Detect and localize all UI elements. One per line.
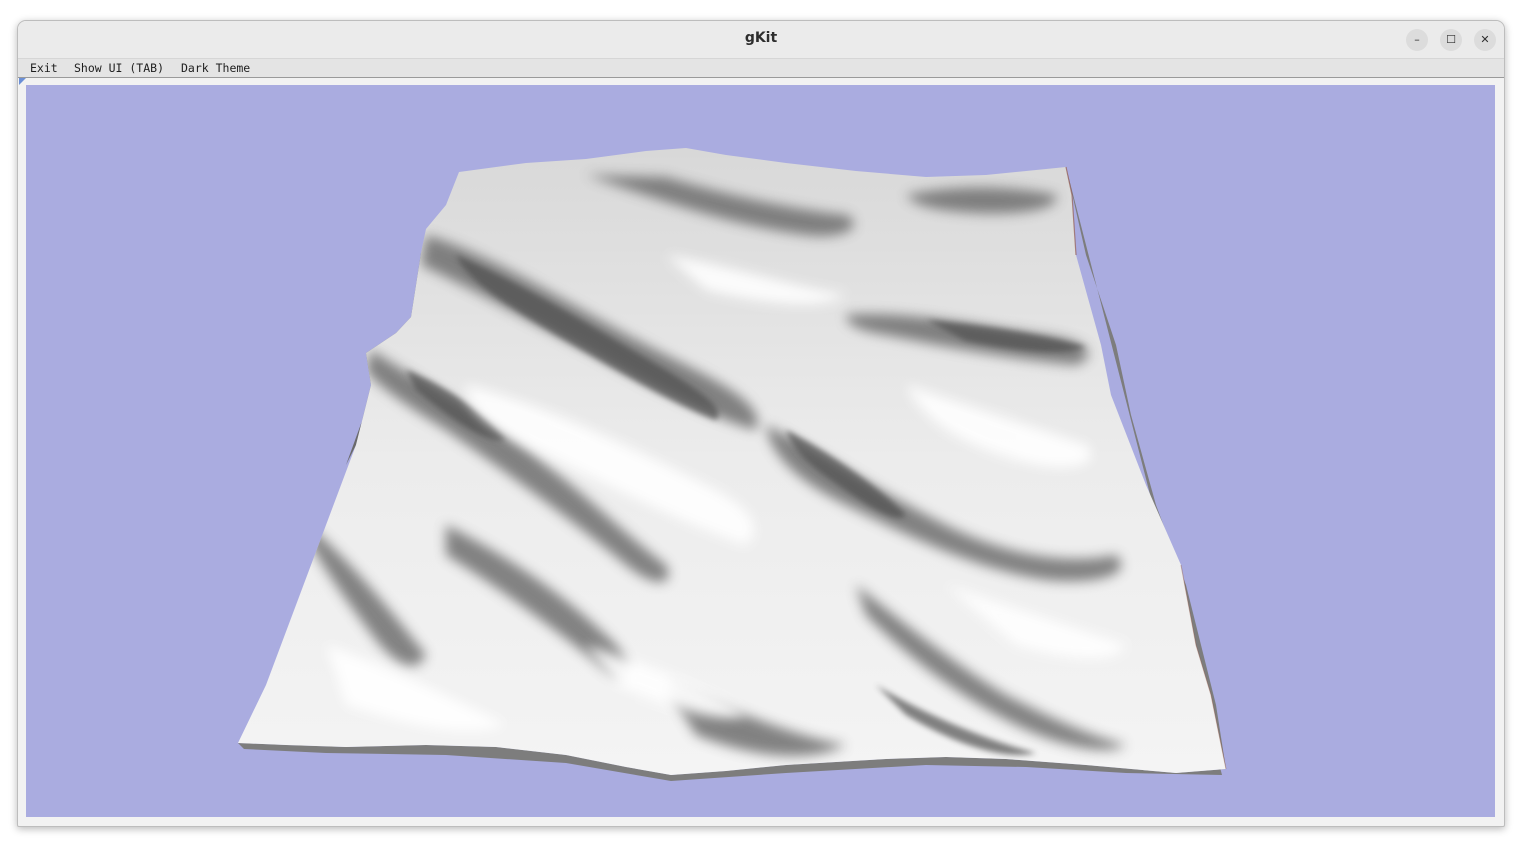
minimize-button[interactable]: – (1406, 29, 1428, 51)
menu-show-ui[interactable]: Show UI (TAB) (74, 61, 164, 75)
menu-exit[interactable]: Exit (30, 61, 58, 75)
close-icon: ✕ (1480, 33, 1490, 46)
maximize-icon: ☐ (1446, 33, 1456, 46)
viewport-corner-marker (19, 78, 26, 85)
terrain-canvas (238, 148, 1227, 781)
app-window: gKit – ☐ ✕ Exit Show UI (TAB) Dark Theme (17, 20, 1505, 827)
menu-dark-theme[interactable]: Dark Theme (181, 61, 250, 75)
render-viewport[interactable] (26, 85, 1495, 817)
minimize-icon: – (1414, 33, 1420, 46)
title-bar[interactable]: gKit – ☐ ✕ (18, 21, 1504, 59)
close-button[interactable]: ✕ (1474, 29, 1496, 51)
maximize-button[interactable]: ☐ (1440, 29, 1462, 51)
window-title: gKit (744, 30, 778, 46)
menu-bar: Exit Show UI (TAB) Dark Theme (18, 59, 1504, 78)
